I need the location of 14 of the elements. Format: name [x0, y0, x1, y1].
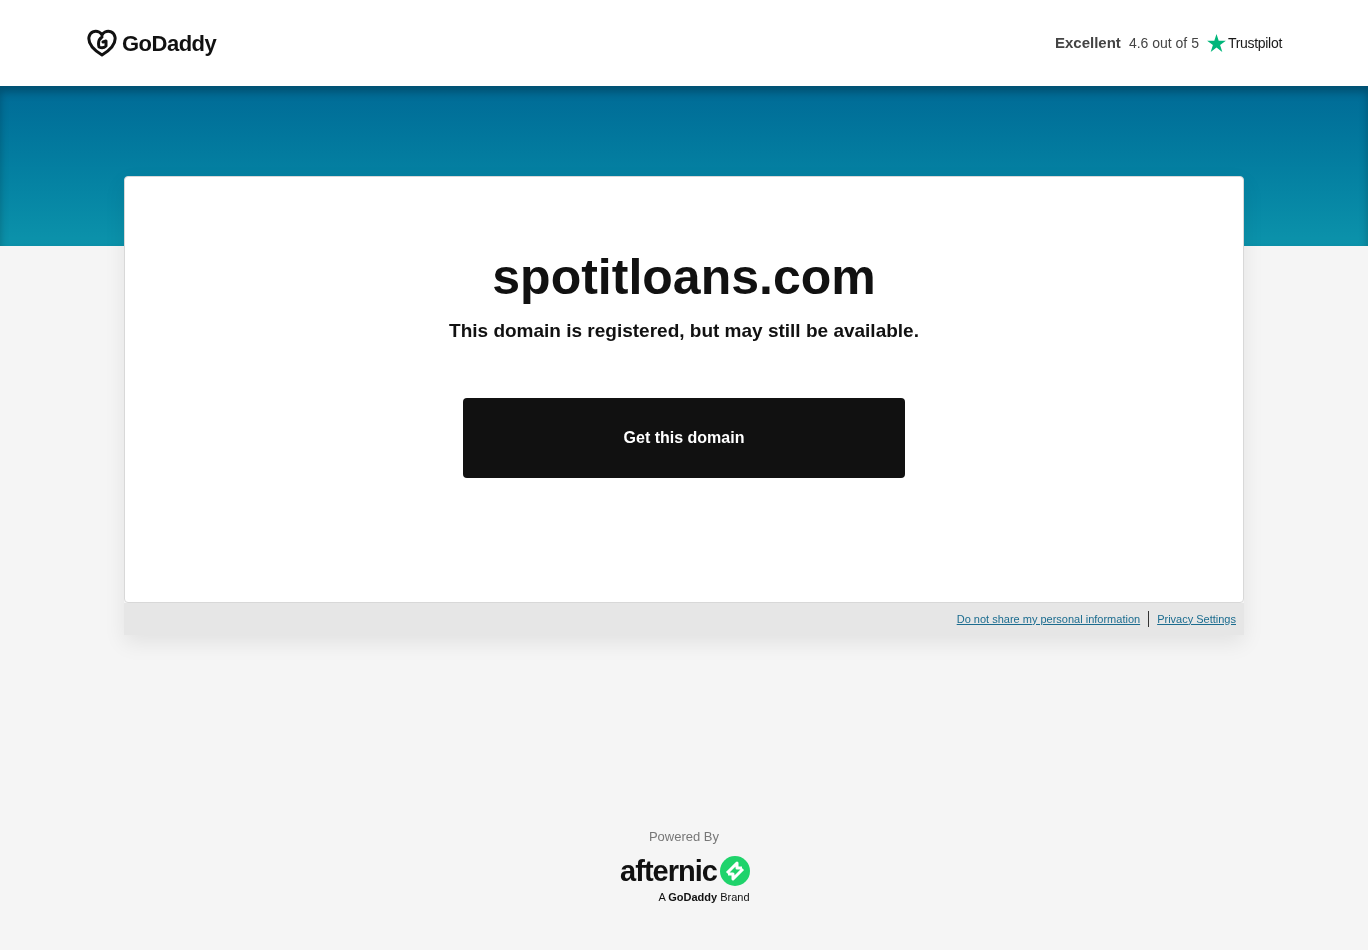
domain-name: spotitloans.com: [492, 248, 876, 307]
brand-tagline: A GoDaddy Brand: [658, 889, 750, 905]
get-domain-button[interactable]: Get this domain: [463, 397, 905, 478]
footer-link[interactable]: Privacy Settings: [1157, 610, 1236, 628]
rating-label: Excellent: [1055, 32, 1121, 53]
heart-logo-icon: [86, 29, 118, 57]
rating-score: 4.6 out of 5: [1128, 33, 1199, 53]
availability-message: This domain is registered, but may still be available.: [449, 319, 919, 343]
star-icon: [1206, 34, 1226, 52]
afternic-logo: afternic: [620, 854, 717, 887]
trustpilot-logo: Trustpilot: [1227, 33, 1282, 53]
powered-by-label: Powered By: [648, 828, 720, 846]
footer-link[interactable]: Do not share my personal information: [956, 610, 1141, 628]
godaddy-logo[interactable]: GoDaddy: [122, 26, 217, 60]
